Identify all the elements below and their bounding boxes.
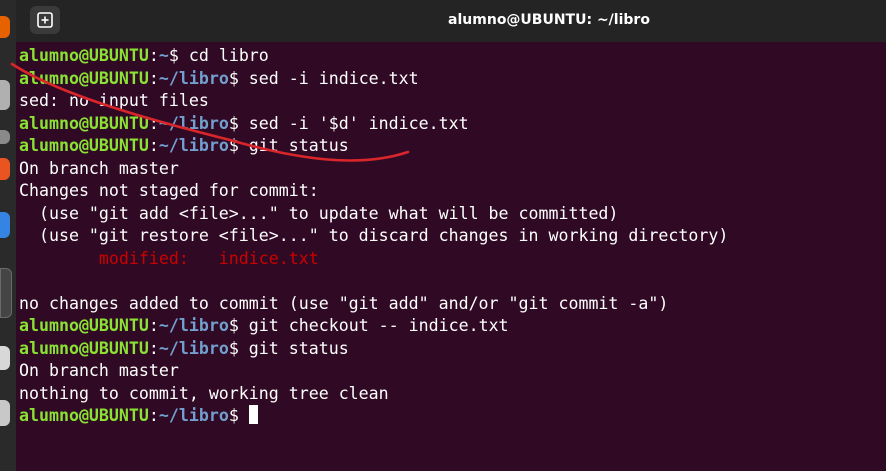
prompt-separator: :: [148, 338, 159, 358]
prompt-line: alumno@UBUNTU:~/libro$ sed -i indice.txt: [19, 68, 879, 91]
files-icon[interactable]: [0, 80, 10, 110]
prompt-path: ~/libro: [158, 113, 229, 133]
title-bar: alumno@UBUNTU: ~/libro: [16, 0, 886, 42]
prompt-user: alumno@UBUNTU: [19, 338, 149, 358]
prompt-separator: :: [148, 406, 159, 425]
prompt-path: ~/libro: [158, 338, 229, 358]
prompt-path: ~/libro: [158, 136, 229, 155]
prompt-symbol: $: [228, 113, 239, 133]
screenshot: alumno@UBUNTU: ~/libro alumno@UBUNTU:~$ …: [0, 0, 886, 471]
command-text: sed -i indice.txt: [238, 68, 419, 88]
prompt-path: ~: [158, 46, 169, 65]
command-text: git checkout -- indice.txt: [238, 316, 509, 335]
prompt-symbol: $: [228, 316, 239, 335]
prompt-line: alumno@UBUNTU:~/libro$: [19, 405, 879, 428]
prompt-symbol: $: [228, 136, 239, 155]
prompt-symbol: $: [168, 46, 179, 65]
browser-icon[interactable]: [0, 16, 10, 38]
prompt-user: alumno@UBUNTU: [19, 136, 149, 155]
prompt-separator: :: [148, 316, 159, 335]
software-icon[interactable]: [0, 158, 10, 180]
output-line: sed: no input files: [19, 91, 209, 110]
prompt-user: alumno@UBUNTU: [19, 68, 149, 88]
command-text: git status: [238, 338, 349, 358]
output-line: no changes added to commit (use "git add…: [19, 293, 669, 313]
prompt-line: alumno@UBUNTU:~/libro$ git status: [19, 338, 879, 361]
terminal-output[interactable]: alumno@UBUNTU:~$ cd libro alumno@UBUNTU:~…: [19, 45, 879, 428]
prompt-line: alumno@UBUNTU:~$ cd libro: [19, 45, 879, 68]
output-line: (use "git restore <file>..." to discard …: [19, 226, 729, 245]
prompt-user: alumno@UBUNTU: [19, 46, 149, 65]
output-line: (use "git add <file>..." to update what …: [19, 203, 619, 223]
app-icon[interactable]: [0, 400, 10, 426]
prompt-line: alumno@UBUNTU:~/libro$ sed -i '$d' indic…: [19, 113, 879, 136]
command-text: sed -i '$d' indice.txt: [238, 113, 469, 133]
prompt-separator: :: [148, 113, 159, 133]
prompt-symbol: $: [228, 68, 239, 88]
prompt-line: alumno@UBUNTU:~/libro$ git checkout -- i…: [19, 315, 879, 338]
prompt-symbol: $: [228, 406, 239, 425]
prompt-user: alumno@UBUNTU: [19, 113, 149, 133]
prompt-path: ~/libro: [158, 68, 229, 88]
dock: [0, 0, 16, 471]
prompt-path: ~/libro: [158, 316, 229, 335]
prompt-user: alumno@UBUNTU: [19, 316, 149, 335]
prompt-user: alumno@UBUNTU: [19, 406, 149, 425]
command-text: cd libro: [178, 46, 269, 65]
output-line: Changes not staged for commit:: [19, 181, 319, 200]
prompt-symbol: $: [228, 338, 239, 358]
prompt-separator: :: [148, 68, 159, 88]
prompt-separator: :: [148, 46, 159, 65]
terminal-window: alumno@UBUNTU: ~/libro alumno@UBUNTU:~$ …: [16, 0, 886, 471]
prompt-separator: :: [148, 136, 159, 155]
output-line: On branch master: [19, 158, 179, 178]
modified-file: modified: indice.txt: [19, 248, 319, 268]
app-icon[interactable]: [0, 346, 10, 370]
output-line: modified: indice.txt: [19, 248, 879, 271]
window-title: alumno@UBUNTU: ~/libro: [448, 12, 650, 28]
prompt-path: ~/libro: [158, 406, 229, 425]
prompt-line: alumno@UBUNTU:~/libro$ git status: [19, 135, 879, 158]
help-icon[interactable]: [0, 212, 10, 238]
app-icon[interactable]: [0, 130, 10, 144]
command-text: git status: [238, 136, 349, 155]
output-line: On branch master: [19, 361, 179, 380]
command-text: [239, 406, 249, 425]
text-cursor: [248, 405, 258, 424]
terminal-icon[interactable]: [0, 268, 12, 318]
output-line: nothing to commit, working tree clean: [19, 383, 389, 403]
